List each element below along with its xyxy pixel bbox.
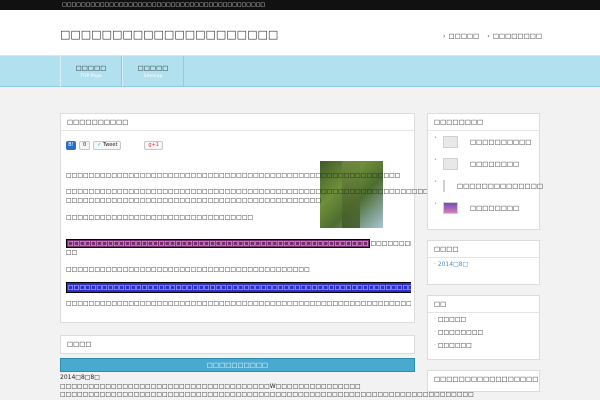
nav-item-label: □□□□□ (137, 64, 169, 72)
recent-post-title: □□□□□□□□ (470, 204, 520, 212)
nav-item-label: □□□□□ (75, 64, 107, 72)
gplus-button[interactable]: g+1 (144, 141, 163, 150)
nav-item-sub: Sitemap (143, 74, 163, 79)
nav-item-sub: TOP Page (80, 74, 102, 79)
site-title[interactable]: □□□□□□□□□□□□□□□□□□□□□ (60, 28, 278, 41)
top-bar: □□□□□□□□□□□□□□□□□□□□□□□□□□□□□□□□□□□□□□□□… (0, 0, 600, 10)
header-link-2[interactable]: □□□□□□□□ (487, 32, 542, 40)
top-bar-text: □□□□□□□□□□□□□□□□□□□□□□□□□□□□□□□□□□□□□□□□… (62, 2, 266, 8)
recent-post-item[interactable]: • □□□□□□□□□□ (428, 131, 539, 153)
post-paragraph-1: □□□□□□□□□□□□□□□□□□□□□□□□□□□□□□□□□□□□□□□□… (66, 172, 401, 179)
recent-post-title: □□□□□□□□□□□□□□ (457, 182, 543, 190)
post-paragraph-4: □□□□□□□□□□□□□□□□□□□□□□□□□□□□□□□□□□□□□□□□… (66, 239, 411, 248)
post-thumbnail (443, 180, 445, 192)
post-paragraph-7: □□□□□□□□□□□□□□□□□□□□□□□□□□□□□□□□□□□□□□□□… (66, 300, 411, 307)
archive-link[interactable]: 2014□8□ (428, 258, 539, 271)
header-link-1[interactable]: □□□□□ (443, 32, 480, 40)
archive-title: □□□□ (428, 241, 539, 258)
post-box: □□□□□□□□□□ B! 0 ✓ Tweet g+1 □□□□□□□□□□□□… (60, 113, 480, 323)
hatena-bookmark-button[interactable]: B! (66, 141, 76, 150)
social-buttons: B! 0 ✓ Tweet g+1 (66, 141, 163, 150)
recent-post-title: □□□□□□□□□□ (470, 138, 532, 146)
extra-widget-title: □□□□□□□□□□□□□□□□□ (434, 375, 539, 383)
calendar-line-1: □□□□□□□□□□□□□□□□□□□□□□□□□□□□□□□□□□□□□W□□… (60, 382, 361, 390)
bullet-icon: • (434, 135, 437, 141)
post-title[interactable]: □□□□□□□□□□ (61, 114, 414, 131)
post-paragraph-2a: □□□□□□□□□□□□□□□□□□□□□□□□□□□□□□□□□□□□□□□□… (66, 188, 480, 195)
category-link[interactable]: □□□□□□□□ (428, 326, 539, 339)
calendar-line-2: □□□□□□□□□□□□□□□□□□□□□□□□□□□□□□□□□□□□□□□□… (60, 391, 474, 398)
calendar-date: 2014□8□8□ (60, 374, 100, 381)
category-link[interactable]: □□□□□ (428, 313, 539, 326)
highlight-magenta: □□□□□□□□□□□□□□□□□□□□□□□□□□□□□□□□□□□□□□□□… (66, 239, 371, 248)
post-thumbnail (443, 136, 458, 148)
bullet-icon: • (434, 201, 437, 207)
recent-posts-title: □□□□□□□□ (428, 114, 539, 131)
calendar-box: □□□□ (60, 335, 415, 354)
recent-post-item[interactable]: • □□□□□□□□□□□□□□ (428, 175, 543, 197)
twitter-bird-icon: ✓ (97, 142, 102, 148)
post-thumbnail (443, 202, 458, 214)
tweet-label: Tweet (102, 142, 118, 148)
nav-item-top[interactable]: □□□□□ TOP Page (60, 56, 122, 87)
main-content: □□□□□□□□□□ B! 0 ✓ Tweet g+1 □□□□□□□□□□□□… (60, 113, 480, 354)
post-paragraph-6: □□□□□□□□□□□□□□□□□□□□□□□□□□□□□□□□□□□□□□□□… (66, 282, 411, 293)
tweet-button[interactable]: ✓ Tweet (93, 141, 122, 150)
extra-widget: □□□□□□□□□□□□□□□□□ (427, 370, 540, 392)
highlight-blue: □□□□□□□□□□□□□□□□□□□□□□□□□□□□□□□□□□□□□□□□… (66, 282, 411, 293)
category-widget: □□ □□□□□ □□□□□□□□ □□□□□□ (427, 295, 540, 360)
post-paragraph-2b: □□□□□□□□□□□□□□□□□□□□□□□□□□□□□□□□□□□□□□□□… (66, 197, 322, 204)
calendar-text: 2014□8□8□ □□□□□□□□□□□□□□□□□□□□□□□□□□□□□□… (60, 374, 474, 400)
sidebar: □□□□□□□□ • □□□□□□□□□□ • □□□□□□□□ • □□□□□… (427, 113, 543, 400)
recent-posts-widget: □□□□□□□□ • □□□□□□□□□□ • □□□□□□□□ • □□□□□… (427, 113, 543, 230)
archive-widget: □□□□ 2014□8□ (427, 240, 540, 285)
calendar-box-title: □□□□ (67, 340, 92, 348)
bullet-icon: • (434, 179, 437, 185)
post-paragraph-4-rest: □□□□□□□□□□□□□□□□□□□□□□□□□□□□ (370, 240, 411, 247)
calendar-header-bar: □□□□□□□□□□ (60, 358, 415, 372)
post-paragraph-4-wrap: □□ (66, 249, 78, 256)
nav-item-sitemap[interactable]: □□□□□ Sitemap (122, 56, 184, 87)
bullet-icon: • (434, 157, 437, 163)
global-nav: □□□□□ TOP Page □□□□□ Sitemap (0, 56, 600, 87)
hatena-count: 0 (79, 141, 91, 150)
header-links: □□□□□ □□□□□□□□ (443, 32, 542, 40)
recent-post-item[interactable]: • □□□□□□□□ (428, 153, 539, 175)
recent-post-title: □□□□□□□□ (470, 160, 520, 168)
recent-post-item[interactable]: • □□□□□□□□ (428, 197, 539, 219)
category-title: □□ (428, 296, 539, 313)
post-paragraph-2: □□□□□□□□□□□□□□□□□□□□□□□□□□□□□□□□□□□□□□□□… (66, 187, 480, 196)
post-paragraph-5: □□□□□□□□□□□□□□□□□□□□□□□□□□□□□□□□□□□□□□□□… (66, 266, 310, 273)
category-link[interactable]: □□□□□□ (428, 339, 539, 352)
site-header: □□□□□□□□□□□□□□□□□□□□□ □□□□□ □□□□□□□□ (0, 10, 600, 56)
post-thumbnail (443, 158, 458, 170)
post-paragraph-3: □□□□□□□□□□□□□□□□□□□□□□□□□□□□□□□□□ (66, 214, 254, 221)
